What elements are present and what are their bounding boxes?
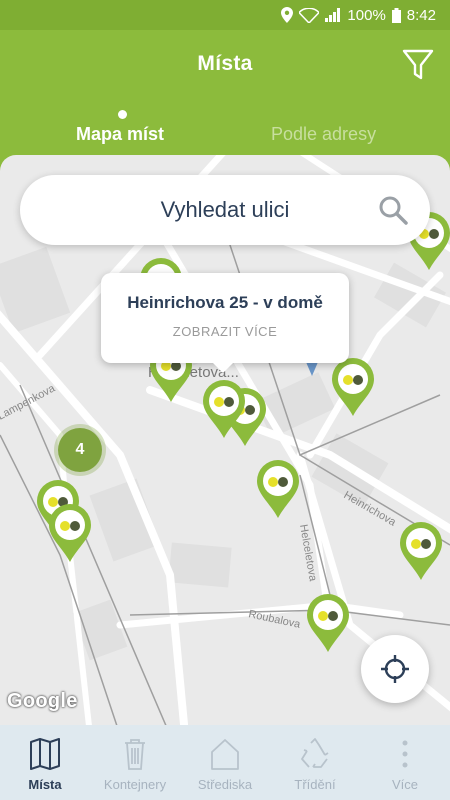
google-attribution: Google [7,690,78,712]
signal-icon [325,8,341,22]
app-header: Místa Mapa míst Podle adresy [0,30,450,158]
nav-item-strediska[interactable]: Střediska [180,725,270,800]
recycle-icon [301,738,329,768]
more-vertical-icon [402,740,408,768]
map-marker[interactable] [255,458,301,520]
nav-label-kontejnery: Kontejnery [103,777,167,792]
marker-info-popup[interactable]: Heinrichova 25 - v domě ZOBRAZIT VÍCE [101,273,349,373]
location-pin-icon [400,522,442,580]
nav-item-mista[interactable]: Místa [0,725,90,800]
location-pin-icon [307,594,349,652]
active-tab-indicator [118,110,127,119]
svg-text:Lampenkova: Lampenkova [0,382,58,423]
trash-icon [125,739,145,770]
map-marker[interactable] [398,520,444,582]
nav-item-kontejnery[interactable]: Kontejnery [90,725,180,800]
tab-by-address[interactable]: Podle adresy [271,124,376,145]
clock-text: 8:42 [406,6,436,24]
house-icon [211,739,239,770]
page-title: Místa [197,52,253,75]
search-icon[interactable] [378,195,408,225]
location-pin-icon [203,380,245,438]
battery-text: 100% [347,6,386,24]
location-pin-icon [49,504,91,562]
popup-title: Heinrichova 25 - v domě [127,293,323,312]
nav-item-vice[interactable]: Více [360,725,450,800]
bottom-navigation: Místa Kontejnery Střediska Třídění Více [0,725,450,800]
tab-bar: Mapa míst Podle adresy [0,104,450,158]
status-bar: 100% 8:42 [0,0,450,30]
location-pin-icon [332,358,374,416]
search-placeholder: Vyhledat ulici [160,197,290,222]
filter-icon [402,49,434,80]
filter-button[interactable] [402,48,434,82]
wifi-icon [299,7,320,23]
nav-label-mista: Místa [28,777,62,792]
map-icon [30,738,60,770]
map-marker[interactable] [305,592,351,654]
marker-cluster[interactable]: 4 [58,428,102,472]
nav-label-strediska: Střediska [197,777,253,792]
show-more-link[interactable]: ZOBRAZIT VÍCE [101,324,349,339]
location-pin-icon [257,460,299,518]
map-marker[interactable] [201,378,247,440]
map-marker[interactable] [330,356,376,418]
crosshair-icon [381,655,409,683]
nav-label-trideni: Třídění [294,777,336,792]
my-location-button[interactable] [361,635,429,703]
battery-icon [391,7,401,23]
tab-map[interactable]: Mapa míst [76,124,164,145]
nav-label-vice: Více [391,777,418,792]
search-input[interactable]: Vyhledat ulici [20,175,430,245]
location-icon [281,7,294,23]
map-marker[interactable] [47,502,93,564]
nav-item-trideni[interactable]: Třídění [270,725,360,800]
